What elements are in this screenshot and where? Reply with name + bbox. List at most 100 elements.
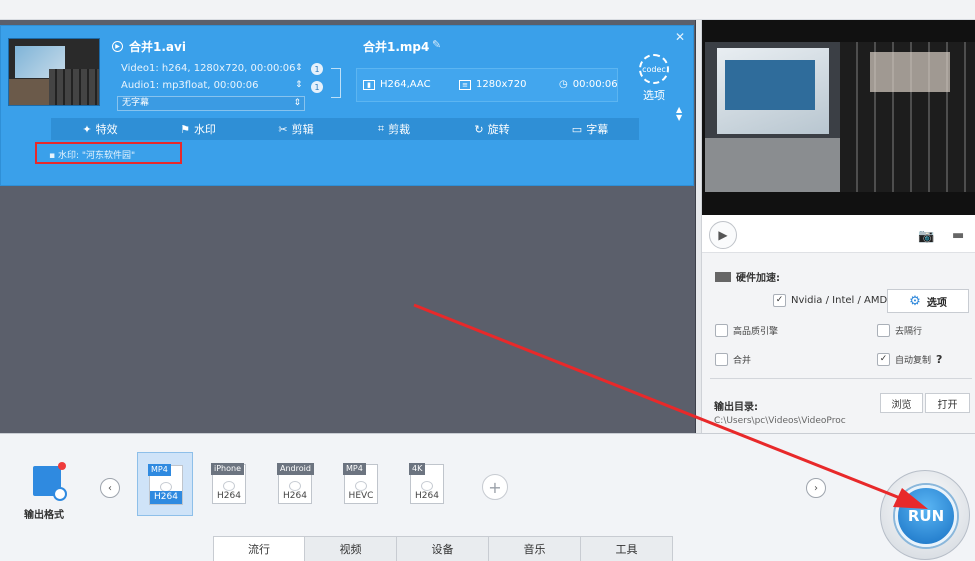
open-folder-icon[interactable]: ▬ <box>952 228 964 243</box>
highlight-box <box>35 142 182 164</box>
preview-hand <box>870 52 950 92</box>
hw-accel-label: 硬件加速: <box>736 273 780 284</box>
codec-options-button[interactable]: codec 选项 <box>637 54 671 104</box>
profiles-prev-button[interactable]: ‹ <box>100 478 120 498</box>
profile-tag: MP4 <box>148 464 171 476</box>
edit-pencil-icon[interactable]: ✎ <box>432 38 441 51</box>
duration-text: 00:00:06 <box>572 79 618 90</box>
hw-options-button[interactable]: ⚙ 选项 <box>887 289 969 313</box>
codec-info: ▮ H264,AAC <box>363 79 431 90</box>
subtitle-select-value: 无字幕 <box>122 98 150 108</box>
output-dir-path: C:\Users\pc\Videos\VideoProc <box>714 416 846 426</box>
profile-mp4-hevc[interactable]: MP4 HEVC <box>333 452 389 516</box>
profile-codec: H264 <box>150 491 182 504</box>
task-card[interactable]: ▶ 合并1.avi Video1: h264, 1280x720, 00:00:… <box>0 25 694 186</box>
play-button[interactable]: ▶ <box>709 221 737 249</box>
reorder-arrows-icon[interactable]: ▲ ▼ <box>676 106 682 122</box>
cut-label: 剪辑 <box>291 123 314 136</box>
effects-button[interactable]: ✦ 特效 <box>51 118 149 140</box>
resolution-text: 1280x720 <box>476 79 527 90</box>
film-icon: ▮ <box>363 79 375 90</box>
preview-settings-panel: ▶ 📷 ▬ 硬件加速: ✓ Nvidia / Intel / AMD ⚙ 选项 … <box>701 20 975 433</box>
preview-controls: ▶ 📷 ▬ <box>702 215 975 253</box>
quality-engine-checkbox[interactable] <box>715 324 728 337</box>
subtitle-select[interactable]: 无字幕 ⇕ <box>117 96 305 111</box>
play-circle-icon[interactable]: ▶ <box>112 41 123 52</box>
cut-button[interactable]: ✂ 剪辑 <box>247 118 345 140</box>
profile-4k-h264[interactable]: 4K H264 <box>399 452 455 516</box>
crop-button[interactable]: ⌗ 剪裁 <box>345 118 443 140</box>
crop-label: 剪裁 <box>388 123 411 136</box>
tab-popular[interactable]: 流行 <box>213 536 305 561</box>
crop-icon: ⌗ <box>377 122 385 135</box>
output-filename: 合并1.mp4 <box>363 40 430 54</box>
notification-dot-icon <box>58 462 66 470</box>
profile-codec: H264 <box>217 491 241 501</box>
select-arrow-icon: ⇕ <box>293 98 301 108</box>
profile-tag: Android <box>277 463 314 475</box>
merge-option[interactable]: 合并 <box>715 353 751 366</box>
category-tabs: 流行 视频 设备 音乐 工具 <box>213 536 673 561</box>
help-icon[interactable]: ? <box>936 353 942 366</box>
top-strip <box>0 0 975 20</box>
hw-accel-option-label: Nvidia / Intel / AMD <box>791 295 888 306</box>
hw-options-label: 选项 <box>926 297 947 309</box>
output-info-box: ▮ H264,AAC ≡ 1280x720 ◷ 00:00:06 <box>356 68 618 102</box>
profile-mp4-h264[interactable]: MP4 H264 <box>137 452 193 516</box>
run-button-ring: RUN <box>880 470 970 560</box>
output-dir-label: 输出目录: <box>714 402 758 413</box>
browse-button[interactable]: 浏览 <box>880 393 923 413</box>
tab-tools[interactable]: 工具 <box>581 536 673 561</box>
quality-engine-option[interactable]: 高品质引擎 <box>715 324 778 337</box>
source-file: ▶ 合并1.avi <box>112 38 186 55</box>
deinterlace-label: 去隔行 <box>895 327 923 337</box>
rotate-button[interactable]: ↻ 旋转 <box>443 118 541 140</box>
auto-copy-checkbox[interactable]: ✓ <box>877 353 890 366</box>
file-icon: MP4 HEVC <box>343 463 378 504</box>
file-icon: iPhone H264 <box>211 463 246 504</box>
merge-label: 合并 <box>733 356 752 366</box>
profile-android-h264[interactable]: Android H264 <box>267 452 323 516</box>
audio-track-stepper[interactable]: ⇕ <box>295 80 303 90</box>
tab-music[interactable]: 音乐 <box>489 536 581 561</box>
profile-iphone-h264[interactable]: iPhone H264 <box>201 452 257 516</box>
output-format-panel[interactable]: 输出格式 <box>0 434 96 534</box>
rotate-label: 旋转 <box>487 123 510 136</box>
tab-video[interactable]: 视频 <box>305 536 397 561</box>
format-bar: 输出格式 ‹ MP4 H264 iPhone H264 Android H264… <box>0 433 975 561</box>
chip-icon <box>715 271 731 282</box>
auto-copy-label: 自动复制 <box>895 356 932 366</box>
deinterlace-checkbox[interactable] <box>877 324 890 337</box>
merge-checkbox[interactable] <box>715 353 728 366</box>
file-icon: 4K H264 <box>409 463 444 504</box>
subtitle-label: 字幕 <box>586 123 609 136</box>
tab-device[interactable]: 设备 <box>397 536 489 561</box>
tracks-bracket <box>331 68 341 98</box>
subtitle-button[interactable]: ▭ 字幕 <box>541 118 639 140</box>
watermark-button[interactable]: ⚑ 水印 <box>149 118 247 140</box>
profiles-next-button[interactable]: › <box>806 478 826 498</box>
close-icon[interactable]: ✕ <box>675 30 685 44</box>
add-profile-icon[interactable]: + <box>482 474 508 500</box>
hw-accel-option[interactable]: ✓ Nvidia / Intel / AMD <box>773 294 887 307</box>
video-thumbnail[interactable] <box>8 38 100 106</box>
codec-gear-icon: codec <box>639 54 669 84</box>
format-gear-icon <box>53 487 67 501</box>
open-button[interactable]: 打开 <box>925 393 970 413</box>
video-track-index: 1 <box>311 63 323 75</box>
task-header: ▶ 合并1.avi Video1: h264, 1280x720, 00:00:… <box>1 26 695 122</box>
deinterlace-option[interactable]: 去隔行 <box>877 324 922 337</box>
file-icon: MP4 H264 <box>148 464 183 505</box>
codec-info-text: H264,AAC <box>380 79 431 90</box>
scissors-icon: ✂ <box>278 122 288 136</box>
run-button[interactable]: RUN <box>895 485 957 547</box>
source-filename: 合并1.avi <box>129 40 186 54</box>
auto-copy-option[interactable]: ✓ 自动复制 ? <box>877 353 942 366</box>
resolution-icon: ≡ <box>459 79 471 90</box>
snapshot-camera-icon[interactable]: 📷 <box>918 229 934 244</box>
video-track-stepper[interactable]: ⇕ <box>295 63 303 73</box>
hw-accel-checkbox[interactable]: ✓ <box>773 294 786 307</box>
video-preview <box>702 20 975 215</box>
preview-left-frame <box>705 42 840 192</box>
output-format-label: 输出格式 <box>24 510 64 521</box>
